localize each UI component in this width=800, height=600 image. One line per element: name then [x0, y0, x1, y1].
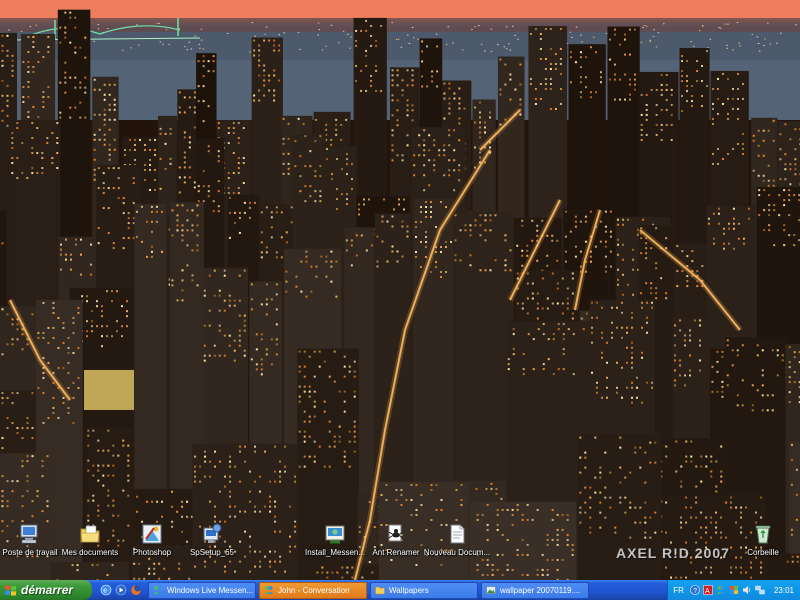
taskbar-task-messenger[interactable]: Windows Live Messen... [148, 581, 256, 599]
desktop-icon-ant-renamer[interactable]: Ant Renamer [361, 522, 431, 558]
wallpaper-watermark: AXEL R!D 2007 [616, 545, 730, 561]
task-label: Wallpapers [389, 585, 429, 595]
task-label: wallpaper 20070119.... [500, 585, 581, 595]
desktop-icon-recycle-bin[interactable]: Corbeille [728, 522, 798, 558]
desktop-icon-label: Mes documents [61, 548, 119, 557]
svg-text:e: e [103, 588, 107, 595]
windows-logo-icon [4, 584, 17, 596]
desktop-icon-label: Install_Messen... [304, 548, 366, 557]
antivirus-icon[interactable]: A [703, 585, 713, 595]
taskbar-task-conversation[interactable]: John - Conversation [259, 581, 367, 599]
quick-launch-bar: e [92, 584, 148, 596]
ant-renamer-icon [388, 524, 404, 542]
language-indicator[interactable]: FR [673, 586, 684, 595]
taskbar-task-wallpapers[interactable]: Wallpapers [370, 581, 478, 599]
desktop-icon-new-document[interactable]: Nouveau Docum... [422, 522, 492, 558]
start-button-label: démarrer [21, 583, 74, 597]
desktop-icon-install-messenger[interactable]: Install_Messen... [300, 522, 370, 558]
network-icon[interactable] [755, 585, 765, 595]
text-document-icon [450, 524, 465, 544]
my-documents-icon [80, 525, 100, 543]
media-player-icon[interactable] [115, 584, 127, 596]
ie-icon[interactable]: e [100, 584, 112, 596]
task-label: Windows Live Messen... [167, 585, 254, 595]
setup-icon [203, 523, 222, 543]
volume-icon[interactable] [742, 585, 752, 595]
messenger-tray-icon[interactable] [716, 585, 726, 595]
messenger-icon [154, 586, 162, 594]
desktop-icon-label: SpSetup_65 [189, 548, 235, 557]
desktop-icon-label: Nouveau Docum... [423, 548, 491, 557]
task-label: John - Conversation [278, 585, 350, 595]
taskbar-task-wallpaper-image[interactable]: wallpaper 20070119.... [481, 581, 589, 599]
taskbar: démarrer e Windows Live Messen... John -… [0, 580, 800, 600]
image-viewer-icon [486, 586, 496, 594]
svg-text:?: ? [693, 588, 697, 595]
start-button[interactable]: démarrer [0, 580, 92, 600]
photoshop-icon [142, 524, 162, 544]
desktop-icon-spsetup[interactable]: SpSetup_65 [177, 522, 247, 558]
desktop: Poste de travail Mes documents Photoshop… [0, 0, 800, 580]
svg-text:A: A [705, 588, 710, 595]
my-computer-icon [20, 524, 38, 544]
wallpaper-cityscape [0, 0, 800, 580]
system-tray: FR ? A 23:01 [667, 580, 800, 600]
system-clock[interactable]: 23:01 [774, 586, 794, 595]
desktop-icon-label: Ant Renamer [372, 548, 420, 557]
recycle-bin-icon [755, 525, 771, 544]
folder-icon [375, 586, 385, 595]
installer-icon [325, 525, 345, 544]
windows-flag-tray-icon[interactable] [729, 585, 739, 595]
conversation-icon [265, 586, 273, 594]
desktop-icon-label: Corbeille [747, 548, 779, 557]
help-icon[interactable]: ? [690, 585, 700, 595]
firefox-icon[interactable] [130, 584, 142, 596]
desktop-icon-my-documents[interactable]: Mes documents [55, 522, 125, 558]
